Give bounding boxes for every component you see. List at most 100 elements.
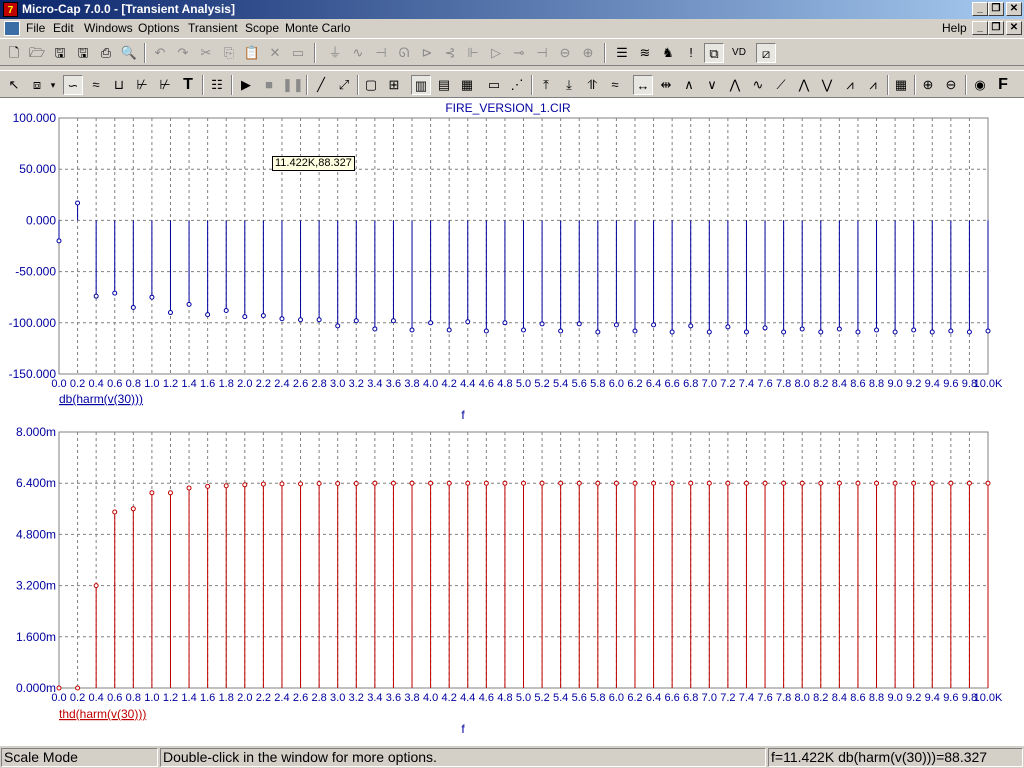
menu-transient[interactable]: Transient [188, 21, 238, 35]
zoom-in-icon[interactable]: ⊕ [918, 75, 938, 95]
inductor-icon[interactable]: ᘏ [394, 43, 414, 63]
point-tag-icon[interactable]: ⊔ [109, 75, 129, 95]
undo-icon[interactable]: ↶ [150, 43, 170, 63]
line-icon[interactable]: ╱ [311, 75, 331, 95]
menu-options[interactable]: Options [138, 21, 179, 35]
right-cursor-icon[interactable]: ⇹ [656, 75, 676, 95]
grid-icon[interactable]: ⊞ [384, 75, 404, 95]
center-icon[interactable]: ◉ [970, 75, 990, 95]
save-icon[interactable]: 🖫 [50, 43, 70, 63]
horizontal-tag-icon[interactable]: ⊬ [132, 75, 152, 95]
capacitor-icon[interactable]: ⊣ [371, 43, 391, 63]
select-arrow-icon[interactable]: ↖ [4, 75, 24, 95]
thd-point [130, 506, 136, 512]
mdi-minimize-icon[interactable]: _ [972, 21, 988, 35]
left-cursor-icon[interactable]: ↔ [633, 75, 653, 95]
open-folder-icon[interactable]: 🗁 [27, 43, 47, 63]
redo-icon[interactable]: ↷ [173, 43, 193, 63]
diagonal-line-icon[interactable]: ⤢ [334, 75, 354, 95]
zoom-out-icon[interactable]: ⊖ [941, 75, 961, 95]
db-x-tick-label: 2.4 [274, 378, 289, 390]
table-alt-icon[interactable]: ▦ [457, 75, 477, 95]
box-icon[interactable]: ▢ [361, 75, 381, 95]
ground-icon[interactable]: ⏚ [325, 43, 345, 63]
peak-cursor-icon[interactable]: ⋀ [794, 75, 814, 95]
properties-icon[interactable]: ☷ [207, 75, 227, 95]
inflection-icon[interactable]: ∨ [702, 75, 722, 95]
component-mode-icon[interactable]: ⧈ [27, 75, 47, 95]
menu-edit[interactable]: Edit [53, 21, 74, 35]
delete-icon[interactable]: ✕ [265, 43, 285, 63]
run-icon[interactable]: ▶ [236, 75, 256, 95]
component-list-icon[interactable]: ☰ [612, 43, 632, 63]
new-file-icon[interactable]: 🗋 [4, 43, 24, 63]
document-icon[interactable] [4, 21, 20, 36]
plot-window[interactable]: FIRE_VERSION_1.CIR 100.000 50.000 0.000 -50.… [0, 98, 1024, 746]
opamp-icon[interactable]: ▷ [486, 43, 506, 63]
clear-icon[interactable]: ▭ [288, 43, 308, 63]
table-icon[interactable]: ▤ [434, 75, 454, 95]
pause-icon[interactable]: ❚❚ [282, 75, 304, 95]
peak-icon[interactable]: ⤒ [536, 75, 556, 95]
menu-windows[interactable]: Windows [84, 21, 133, 35]
data-points-icon[interactable]: ⋰ [507, 75, 527, 95]
wave-cursor-alt-icon[interactable]: ⩘ [863, 75, 883, 95]
low-icon[interactable]: ≈ [605, 75, 625, 95]
resistor-icon[interactable]: ∿ [348, 43, 368, 63]
wave-cursor-icon[interactable]: ⩘ [840, 75, 860, 95]
font-icon[interactable]: F [993, 75, 1013, 95]
global-low-icon[interactable]: ⟋ [771, 75, 791, 95]
close-icon[interactable]: ✕ [1006, 2, 1022, 16]
zoom-window-icon[interactable]: ⧄ [756, 43, 776, 63]
window-icon[interactable]: ⧉ [704, 43, 724, 63]
copy-icon[interactable]: ⎘ [219, 43, 239, 63]
jfet-icon[interactable]: ⊩ [463, 43, 483, 63]
grid-minor-icon[interactable]: ▥ [411, 75, 431, 95]
cursor-mode-icon[interactable]: ≈ [86, 75, 106, 95]
menu-scope[interactable]: Scope [245, 21, 279, 35]
numeric-output-icon[interactable]: ▦ [891, 75, 911, 95]
thd-x-tick-label: 7.2 [720, 692, 735, 704]
slope-icon[interactable]: ∧ [679, 75, 699, 95]
app-icon[interactable]: 7 [3, 2, 18, 17]
db-x-tick-label: 9.4 [925, 378, 940, 390]
cut-icon[interactable]: ✂ [196, 43, 216, 63]
high-icon[interactable]: ⥣ [582, 75, 602, 95]
diode-icon[interactable]: ⊳ [417, 43, 437, 63]
menu-monte-carlo[interactable]: Monte Carlo [285, 21, 350, 35]
dropdown-icon[interactable]: ▾ [47, 75, 59, 95]
minimize-icon[interactable]: _ [972, 2, 988, 16]
npn-icon[interactable]: ⊰ [440, 43, 460, 63]
print-icon[interactable]: ⎙ [96, 43, 116, 63]
valley-icon[interactable]: ⤓ [559, 75, 579, 95]
dc-source-icon[interactable]: ⊖ [555, 43, 575, 63]
plot-title: FIRE_VERSION_1.CIR [445, 101, 571, 115]
valley-cursor-icon[interactable]: ⋁ [817, 75, 837, 95]
paste-icon[interactable]: 📋 [242, 43, 262, 63]
thd-x-tick-label: 8.4 [832, 692, 847, 704]
mdi-close-icon[interactable]: ✕ [1006, 21, 1022, 35]
menu-file[interactable]: File [26, 21, 45, 35]
transformer-icon[interactable]: ♞ [658, 43, 678, 63]
plots-canvas[interactable]: FIRE_VERSION_1.CIR 100.000 50.000 0.000 -50.… [0, 98, 1024, 746]
scale-mode-icon[interactable]: ∽ [63, 75, 83, 95]
vertical-tag-icon[interactable]: ⊬ [155, 75, 175, 95]
source-icon[interactable]: ⊣ [532, 43, 552, 63]
stop-icon[interactable]: ■ [259, 75, 279, 95]
global-high-icon[interactable]: ∿ [748, 75, 768, 95]
save-all-icon[interactable]: 🖫 [73, 43, 93, 63]
peak-valley-icon[interactable]: ⋀ [725, 75, 745, 95]
probe-icon[interactable]: ! [681, 43, 701, 63]
db-point [911, 327, 917, 333]
print-preview-icon[interactable]: 🔍 [119, 43, 139, 63]
menu-help[interactable]: Help [942, 21, 967, 35]
db-x-tick-label: 5.2 [534, 378, 549, 390]
vdd-icon[interactable]: VD [729, 43, 749, 63]
ac-source-icon[interactable]: ⊕ [578, 43, 598, 63]
text-mode-icon[interactable]: T [178, 75, 198, 95]
mdi-restore-icon[interactable]: ❐ [988, 21, 1004, 35]
horizontal-axis-icon[interactable]: ▭ [484, 75, 504, 95]
wave-icon[interactable]: ≋ [635, 43, 655, 63]
battery-icon[interactable]: ⊸ [509, 43, 529, 63]
restore-icon[interactable]: ❐ [988, 2, 1004, 16]
